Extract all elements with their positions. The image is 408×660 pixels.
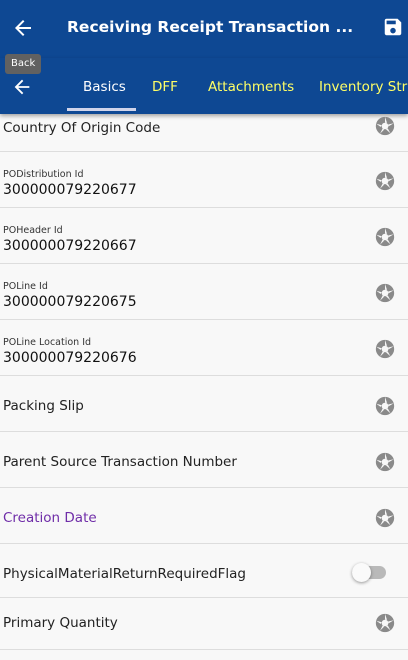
camera-icon[interactable] [374, 226, 396, 248]
field-row-poline-id[interactable]: POLine Id 300000079220675 [0, 264, 408, 320]
field-row-country-of-origin-code[interactable]: Country Of Origin Code [0, 114, 408, 152]
back-tooltip: Back [5, 54, 42, 74]
field-value: 300000079220667 [3, 238, 137, 254]
save-icon[interactable] [382, 16, 404, 38]
camera-icon[interactable] [374, 507, 396, 529]
back-arrow-icon[interactable] [11, 16, 35, 40]
back-arrow-icon[interactable] [11, 76, 33, 98]
field-row-parent-source-transaction-number[interactable]: Parent Source Transaction Number [0, 432, 408, 488]
camera-icon[interactable] [374, 451, 396, 473]
flag-toggle[interactable] [352, 563, 388, 582]
tab-bar: Basics DFF Attachments Inventory Str [0, 58, 408, 114]
field-row-packing-slip[interactable]: Packing Slip [0, 376, 408, 432]
field-label: Primary Quantity [3, 615, 118, 631]
field-row-creation-date[interactable]: Creation Date [0, 488, 408, 544]
field-label: Packing Slip [3, 398, 84, 414]
page-title: Receiving Receipt Transaction ... [67, 18, 354, 36]
field-label: PhysicalMaterialReturnRequiredFlag [3, 566, 246, 582]
field-row-podistribution-id[interactable]: PODistribution Id 300000079220677 [0, 152, 408, 208]
app-bar: Receiving Receipt Transaction ... [0, 0, 408, 58]
field-label: Country Of Origin Code [3, 120, 161, 136]
field-caption: POHeader Id [3, 225, 63, 236]
camera-icon[interactable] [374, 282, 396, 304]
field-row-physical-material-return-required-flag[interactable]: PhysicalMaterialReturnRequiredFlag [0, 544, 408, 598]
field-value: 300000079220677 [3, 182, 137, 198]
field-label: Parent Source Transaction Number [3, 454, 237, 470]
tab-attachments[interactable]: Attachments [208, 79, 294, 95]
camera-icon[interactable] [374, 612, 396, 634]
tab-dff[interactable]: DFF [152, 79, 178, 95]
tab-inventory-str[interactable]: Inventory Str [319, 79, 407, 95]
camera-icon[interactable] [374, 395, 396, 417]
camera-icon[interactable] [374, 115, 396, 137]
camera-icon[interactable] [374, 338, 396, 360]
field-caption: POLine Id [3, 281, 48, 292]
field-value: 300000079220675 [3, 294, 137, 310]
field-row-poheader-id[interactable]: POHeader Id 300000079220667 [0, 208, 408, 264]
field-caption: POLine Location Id [3, 337, 92, 348]
field-label: Creation Date [3, 510, 97, 526]
field-row-primary-quantity[interactable]: Primary Quantity [0, 598, 408, 650]
active-tab-indicator [67, 108, 136, 111]
camera-icon[interactable] [374, 170, 396, 192]
toggle-knob [352, 563, 371, 582]
field-value: 300000079220676 [3, 350, 137, 366]
field-caption: PODistribution Id [3, 169, 84, 180]
tab-basics[interactable]: Basics [83, 79, 126, 95]
field-list: Country Of Origin Code PODistribution Id… [0, 114, 408, 650]
field-row-poline-location-id[interactable]: POLine Location Id 300000079220676 [0, 320, 408, 376]
